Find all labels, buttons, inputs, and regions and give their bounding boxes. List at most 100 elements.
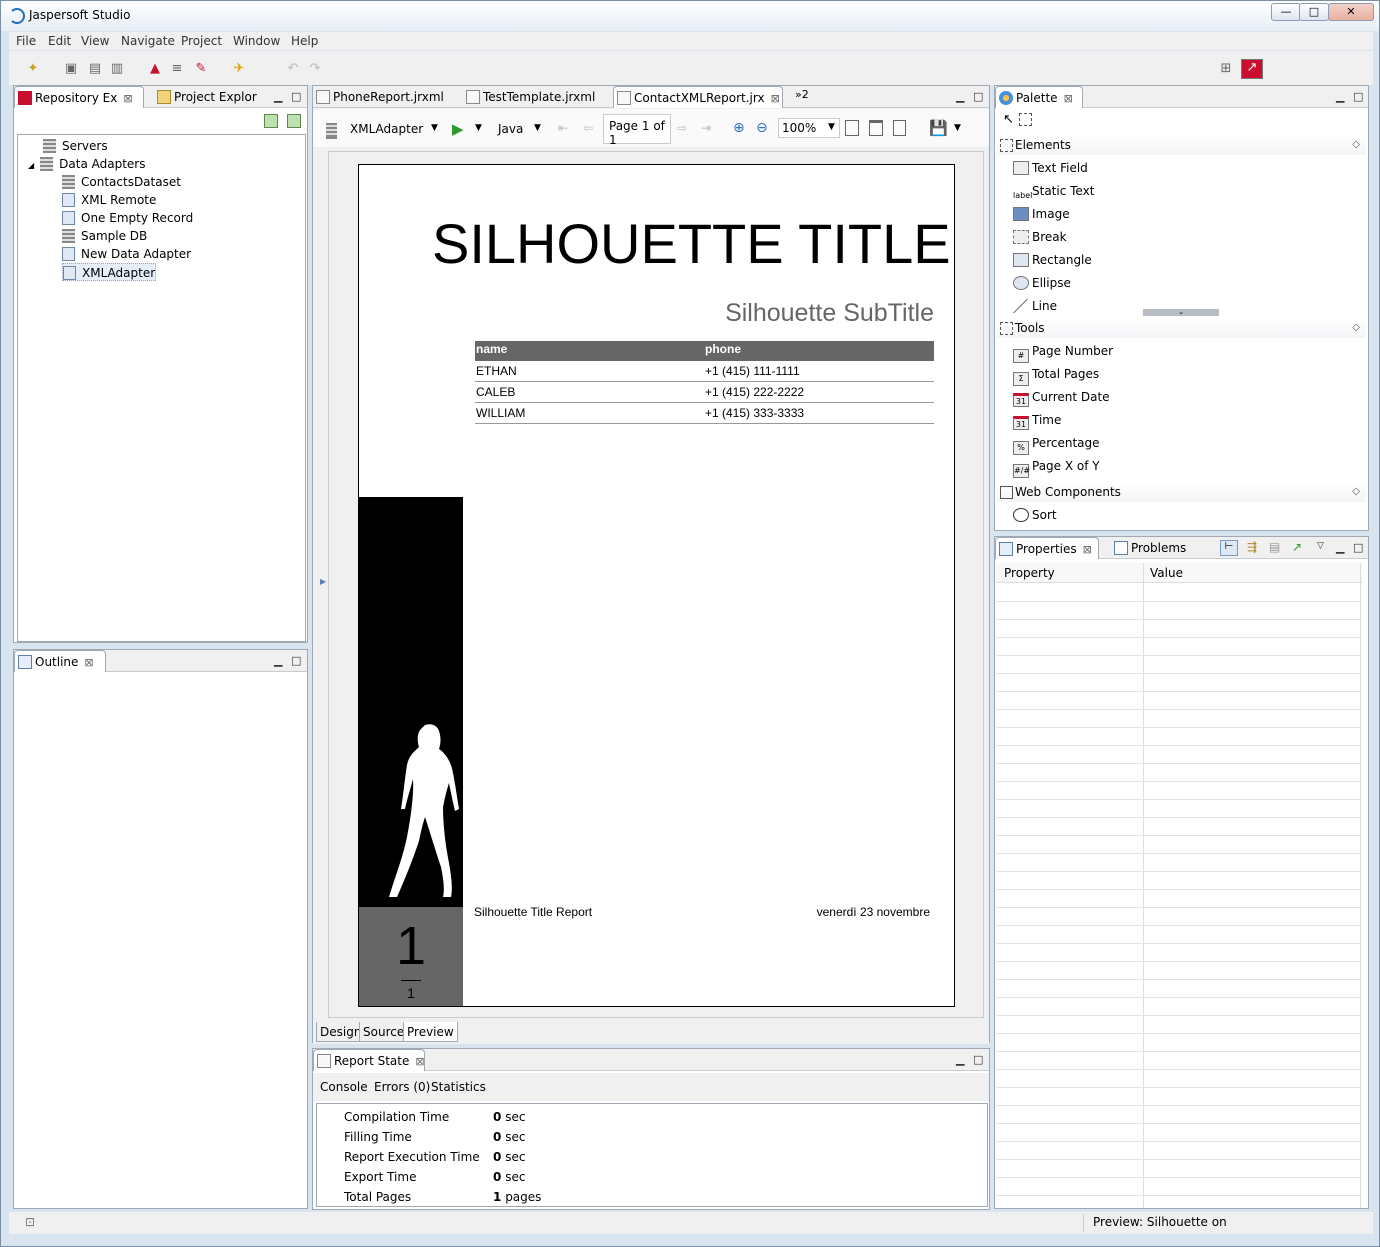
fit-width-icon[interactable] — [893, 120, 906, 136]
fit-page-icon[interactable] — [869, 120, 883, 136]
collapse-icon[interactable]: ◇ — [1352, 135, 1360, 155]
maximize-icon[interactable]: □ — [291, 654, 301, 667]
menu-help[interactable]: Help — [291, 34, 318, 48]
palette-item-image[interactable]: Image — [1013, 204, 1070, 224]
minimize-icon[interactable]: ▁ — [1336, 541, 1344, 554]
chevron-down-icon[interactable]: ▼ — [828, 122, 835, 132]
tab-contactxmlreport[interactable]: ContactXMLReport.jrx ⊠ — [613, 86, 783, 108]
tab-palette[interactable]: Palette ⊠ — [995, 86, 1083, 108]
palette-section-web-components[interactable]: Web Components ◇ — [997, 482, 1366, 502]
run-icon[interactable]: ▶ — [452, 120, 464, 138]
export-icon[interactable]: 💾 — [929, 119, 948, 137]
tab-testtemplate[interactable]: TestTemplate.jrxml — [463, 86, 608, 108]
tab-properties[interactable]: Properties ⊠ — [995, 537, 1099, 559]
new-icon[interactable]: ✦ — [25, 61, 41, 77]
menu-edit[interactable]: Edit — [48, 34, 71, 48]
palette-item-page-x-of-y[interactable]: #/# Page X of Y — [1013, 456, 1100, 478]
tab-console[interactable]: Console — [320, 1080, 368, 1094]
add-server-icon[interactable] — [264, 114, 278, 128]
select-tool-icon[interactable]: ↖ — [1003, 112, 1014, 127]
view-menu-icon[interactable]: ▽ — [1317, 541, 1324, 551]
tree-item[interactable]: One Empty Record — [62, 209, 193, 227]
zoom-out-icon[interactable]: ⊖ — [756, 120, 768, 136]
print-icon[interactable]: ▥ — [109, 61, 125, 77]
restore-button[interactable]: □ — [1299, 3, 1329, 21]
palette-item-total-pages[interactable]: Σ Total Pages — [1013, 364, 1099, 386]
tree-item[interactable]: New Data Adapter — [62, 245, 191, 263]
tab-report-state[interactable]: Report State ⊠ — [313, 1049, 425, 1071]
publish-icon[interactable]: ✈ — [231, 61, 247, 77]
close-icon[interactable]: ⊠ — [84, 656, 93, 669]
minimize-button[interactable]: — — [1271, 3, 1301, 21]
close-button[interactable]: ✕ — [1328, 3, 1374, 21]
zoom-in-icon[interactable]: ⊕ — [733, 120, 745, 136]
palette-section-elements[interactable]: Elements ◇ — [997, 135, 1366, 155]
chevron-down-icon[interactable]: ▼ — [534, 123, 541, 133]
palette-item-rectangle[interactable]: Rectangle — [1013, 250, 1092, 270]
chevron-down-icon[interactable]: ▼ — [954, 123, 961, 133]
tab-problems[interactable]: Problems — [1111, 537, 1189, 559]
more-tabs-button[interactable]: »2 — [795, 88, 809, 101]
open-perspective-icon[interactable]: ⊞ — [1218, 61, 1234, 77]
advanced-icon[interactable]: ▤ — [1269, 540, 1280, 554]
compile-icon[interactable]: ✎ — [193, 61, 209, 77]
maximize-icon[interactable]: □ — [291, 90, 301, 103]
close-icon[interactable]: ⊠ — [1083, 543, 1092, 556]
minimize-icon[interactable]: ▁ — [956, 1053, 964, 1066]
palette-item-line[interactable]: Line — [1013, 296, 1057, 316]
tab-project-explorer[interactable]: Project Explor — [154, 86, 264, 108]
maximize-icon[interactable]: □ — [973, 90, 983, 103]
minimize-icon[interactable]: ▁ — [956, 90, 964, 103]
close-icon[interactable]: ⊠ — [123, 92, 132, 105]
close-icon[interactable]: ⊠ — [1064, 92, 1073, 105]
tab-statistics[interactable]: Statistics — [431, 1080, 486, 1094]
forward-icon[interactable]: ↷ — [307, 61, 323, 77]
back-icon[interactable]: ↶ — [285, 61, 301, 77]
maximize-icon[interactable]: □ — [1353, 541, 1363, 554]
maximize-icon[interactable]: □ — [973, 1053, 983, 1066]
last-page-icon[interactable]: ⇥ — [701, 121, 711, 135]
maximize-icon[interactable]: □ — [1353, 90, 1363, 103]
close-icon[interactable]: ⊠ — [771, 92, 780, 105]
save-icon[interactable]: ▣ — [63, 61, 79, 77]
language-selector[interactable]: Java — [498, 122, 523, 136]
minimize-icon[interactable]: ▁ — [274, 90, 282, 103]
minimize-icon[interactable]: ▁ — [1336, 90, 1344, 103]
add-adapter-icon[interactable] — [287, 114, 301, 128]
palette-section-tools[interactable]: Tools ◇ — [997, 318, 1366, 338]
chevron-down-icon[interactable]: ▼ — [431, 123, 438, 133]
expand-arrow-icon[interactable]: ▶ — [320, 577, 326, 586]
zoom-combo[interactable]: 100% ▼ — [778, 118, 840, 138]
palette-item-page-number[interactable]: # Page Number — [1013, 341, 1113, 363]
tree-item[interactable]: Sample DB — [62, 227, 147, 245]
jaspersoft-perspective-icon[interactable]: ↗ — [1241, 59, 1263, 79]
report-icon[interactable]: ▲ — [147, 61, 163, 77]
chevron-down-icon[interactable]: ▼ — [475, 123, 482, 133]
tab-preview[interactable]: Preview — [403, 1022, 458, 1042]
save-all-icon[interactable]: ▤ — [87, 61, 103, 77]
menu-navigate[interactable]: Navigate — [121, 34, 175, 48]
next-page-icon[interactable]: ⇨ — [677, 121, 687, 135]
tree-item-data-adapters[interactable]: ◢ Data Adapters — [28, 155, 145, 173]
restore-default-icon[interactable]: ↗ — [1292, 540, 1302, 554]
tab-phonereport[interactable]: PhoneReport.jrxml — [313, 86, 453, 108]
tree-item[interactable]: XML Remote — [62, 191, 156, 209]
tab-errors[interactable]: Errors (0) — [374, 1080, 430, 1094]
palette-item-static-text[interactable]: labelStatic Text — [1013, 181, 1094, 201]
menu-view[interactable]: View — [81, 34, 109, 48]
tree-item[interactable]: ContactsDataset — [62, 173, 181, 191]
previous-page-icon[interactable]: ⇦ — [583, 121, 593, 135]
adapter-selector[interactable]: XMLAdapter — [350, 122, 423, 136]
palette-item-percentage[interactable]: % Percentage — [1013, 433, 1100, 455]
first-page-icon[interactable]: ⇤ — [558, 121, 568, 135]
menu-project[interactable]: Project — [181, 34, 222, 48]
minimize-icon[interactable]: ▁ — [274, 654, 282, 667]
tab-repository[interactable]: Repository Ex ⊠ — [14, 86, 144, 108]
actual-size-icon[interactable] — [845, 120, 859, 136]
palette-item-sort[interactable]: Sort — [1013, 505, 1057, 525]
tree-item-servers[interactable]: Servers — [43, 137, 108, 155]
fast-view-icon[interactable]: ⊡ — [25, 1215, 35, 1229]
palette-item-ellipse[interactable]: Ellipse — [1013, 273, 1071, 293]
collapse-icon[interactable]: ◇ — [1352, 318, 1360, 338]
marquee-tool-icon[interactable] — [1019, 113, 1032, 126]
